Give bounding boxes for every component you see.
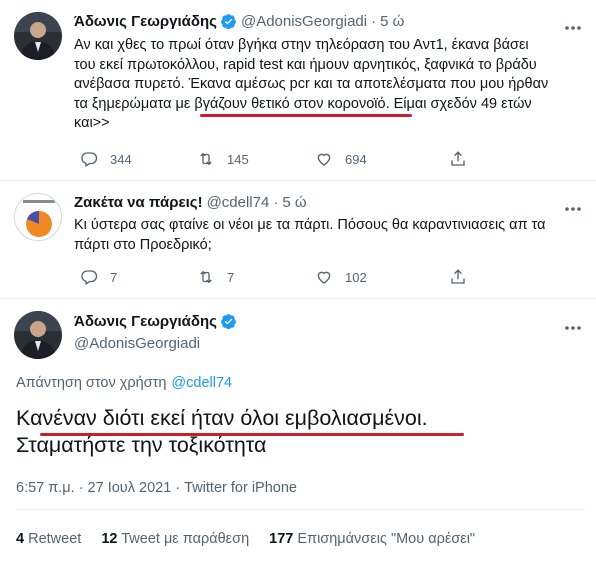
retweet-count: 7 [227,269,235,285]
focused-tweet: Άδωνις Γεωργιάδης @AdonisGeorgiadi Απάντ… [0,299,596,563]
quote-stat-count: 12 [101,531,118,547]
tweet-time[interactable]: 5 ώ [282,194,306,211]
more-options-icon[interactable] [564,318,582,330]
author-handle[interactable]: @AdonisGeorgiadi [241,13,367,30]
author-name[interactable]: Ζακέτα να πάρεις! [74,194,203,211]
separator-dot: · [371,13,377,30]
like-button[interactable]: 694 [315,150,449,168]
tweet-line: ανέβασα πυρετό. Έκανα αμέσως pcr και τα … [74,76,549,92]
reply-context-label: Απάντηση στον χρήστη [16,375,167,391]
avatar[interactable] [14,193,62,241]
quote-stat[interactable]: 12 Tweet με παράθεση [101,531,249,547]
retweet-stat-count: 4 [16,531,25,547]
share-button[interactable] [449,150,479,168]
reply-icon [81,152,98,167]
divider [16,509,586,510]
tweet-2[interactable]: Ζακέτα να πάρεις! @cdell74 · 5 ώ Κι ύστε… [0,181,596,296]
retweet-button[interactable]: 145 [197,150,315,168]
retweet-icon [200,152,212,166]
share-icon [451,269,465,284]
tweet-line: Κι ύστερα σας φταίνε οι νέοι με τα πάρτι… [74,217,546,233]
reply-count: 7 [110,269,118,285]
like-stat-count: 177 [269,531,294,547]
reply-button[interactable]: 344 [80,150,197,168]
avatar[interactable] [14,12,62,60]
tweet-line: πάρτι στο Προεδρικό; [74,236,212,253]
tweet-text: Κανέναν διότι εκεί ήταν όλοι εμβολιασμέν… [16,405,586,459]
separator-dot: · [273,194,279,211]
like-count: 694 [345,151,367,167]
verified-badge-icon [220,313,237,330]
more-options-icon[interactable] [564,199,582,211]
author-handle[interactable]: @AdonisGeorgiadi [74,335,200,352]
share-icon [451,151,465,166]
like-stat-label: Επισημάνσεις "Μου αρέσει" [297,531,476,547]
heart-icon [317,271,331,284]
tweet-line: Σταματήστε την τοξικότητα [16,433,267,457]
action-bar: 7 7 102 [80,268,479,286]
author-name[interactable]: Άδωνις Γεωργιάδης [74,313,217,330]
retweet-count: 145 [227,151,249,167]
tweet-line: του εκεί πρωτοκόλλου, rapid test και ήμο… [74,56,537,73]
reply-count: 344 [110,151,132,167]
retweet-stat[interactable]: 4 Retweet [16,531,81,547]
retweet-stat-label: Retweet [28,531,82,547]
tweet-line: Αν και χθες το πρωί όταν βγήκα στην τηλε… [74,37,529,53]
tweet-1[interactable]: Άδωνις Γεωργιάδης @AdonisGeorgiadi · 5 ώ… [0,0,596,178]
like-button[interactable]: 102 [315,268,449,286]
like-stat[interactable]: 177 Επισημάνσεις "Μου αρέσει" [269,531,475,547]
author-name[interactable]: Άδωνις Γεωργιάδης [74,13,217,30]
avatar[interactable] [14,311,62,359]
annotation-underline [40,433,464,436]
action-bar: 344 145 694 [80,150,479,168]
share-button[interactable] [449,268,479,286]
tweet-timestamp[interactable]: 6:57 π.μ. · 27 Ιουλ 2021 · Twitter for i… [16,480,297,496]
heart-icon [317,153,331,166]
reply-icon [81,270,98,285]
verified-badge-icon [220,13,237,30]
tweet-text: Αν και χθες το πρωί όταν βγήκα στην τηλε… [74,36,586,134]
tweet-line: Κανέναν διότι εκεί ήταν όλοι εμβολιασμέν… [16,406,428,430]
tweet-line: τα ξημερώματα με βγάζουν θετικό στον κορ… [74,95,532,112]
retweet-button[interactable]: 7 [197,268,315,286]
like-count: 102 [345,269,367,285]
annotation-underline [200,114,412,117]
reply-to-mention[interactable]: @cdell74 [171,375,232,391]
more-options-icon[interactable] [564,18,582,30]
reply-button[interactable]: 7 [80,268,197,286]
engagement-stats: 4 Retweet 12 Tweet με παράθεση 177 Επιση… [16,531,475,547]
quote-stat-label: Tweet με παράθεση [121,531,250,547]
retweet-icon [200,270,212,284]
tweet-text: Κι ύστερα σας φταίνε οι νέοι με τα πάρτι… [74,216,586,255]
tweet-time[interactable]: 5 ώ [380,13,404,30]
author-handle[interactable]: @cdell74 [207,194,270,211]
